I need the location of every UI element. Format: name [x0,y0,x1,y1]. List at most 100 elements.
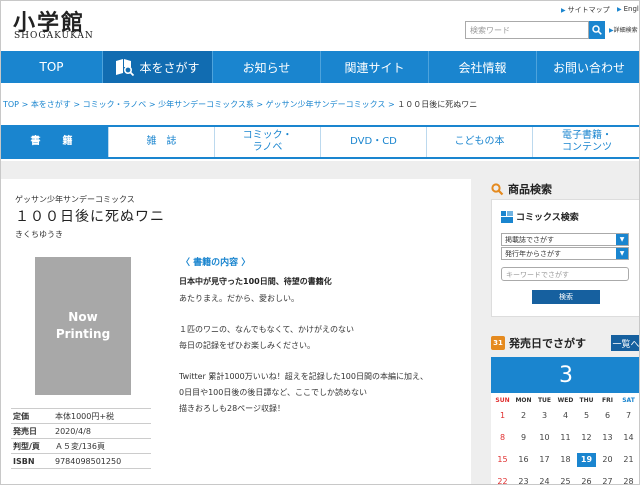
triangle-icon: ▶ [617,6,622,13]
calendar-day[interactable]: 5 [577,409,596,423]
tab-ebooks[interactable]: 電子書籍・ コンテンツ [533,127,639,157]
calendar-day[interactable]: 27 [598,475,617,484]
breadcrumb-separator: > [73,100,81,109]
calendar-day[interactable]: 10 [535,431,554,445]
keyword-input[interactable]: キーワードでさがす [501,267,629,281]
desc-line: あたりまえ。だから、愛おしい。 [179,294,299,303]
tab-dvd-cd[interactable]: DVD・CD [321,127,427,157]
desc-line: Twitter 累計1000万いいね！超えを記録した100日間の本編に加え、 [179,372,428,381]
contents-heading: 〈 書籍の内容 〉 [181,258,251,268]
product-search-heading: 商品検索 [491,181,552,197]
comic-icon [501,210,513,223]
calendar-day[interactable]: 1 [493,409,512,423]
calendar-day[interactable]: 26 [577,475,596,484]
tab-comics[interactable]: コミック・ ラノベ [215,127,321,157]
breadcrumb-item[interactable]: ゲッサン少年サンデーコミックス [266,100,386,109]
breadcrumb-separator: > [21,100,29,109]
calendar-day[interactable]: 7 [619,409,638,423]
calendar-day[interactable]: 22 [493,475,512,484]
magazine-select[interactable]: 掲載誌でさがす ▼ [501,233,629,246]
calendar-month: 3 [491,357,639,393]
book-cover-image: Now Printing [35,257,131,395]
calendar-day[interactable]: 17 [535,453,554,467]
book-lead: 日本中が見守った100日間、待望の書籍化 [179,277,332,286]
breadcrumb-separator: > [387,100,395,109]
comic-search-heading: コミックス検索 [501,210,579,223]
book-series[interactable]: ゲッサン少年サンデーコミックス [15,194,135,205]
breadcrumb-item[interactable]: TOP [3,100,19,109]
calendar-day[interactable]: 13 [598,431,617,445]
search-input[interactable]: 検索ワード [465,21,589,39]
calendar-day[interactable]: 28 [619,475,638,484]
calendar-day[interactable]: 11 [556,431,575,445]
book-search-icon [115,58,135,76]
calendar-day[interactable]: 2 [514,409,533,423]
calendar-icon: 31 [491,336,505,350]
calendar-day[interactable]: 8 [493,431,512,445]
breadcrumb-separator: > [148,100,156,109]
spec-row: 発売日 2020/4/8 [11,424,151,439]
calendar-day[interactable]: 21 [619,453,638,467]
calendar-day[interactable]: 9 [514,431,533,445]
category-tabs: 書 籍 雑 誌 コミック・ ラノベ DVD・CD こどもの本 電子書籍・ コンテ… [1,125,639,159]
breadcrumb-separator: > [256,100,264,109]
calendar-day[interactable]: 15 [493,453,512,467]
calendar-day[interactable]: 19 [577,453,596,467]
weekday-label: SAT [622,397,635,404]
english-link[interactable]: ▶ Engli [617,5,639,13]
weekday-label: SUN [495,397,510,404]
calendar-day[interactable]: 18 [556,453,575,467]
triangle-icon: ▶ [561,7,566,14]
tab-childrens-books[interactable]: こどもの本 [427,127,533,157]
breadcrumb-item[interactable]: 少年サンデーコミックス系 [158,100,254,109]
year-select[interactable]: 発行年からさがす ▼ [501,247,629,260]
advanced-search-link[interactable]: ▶詳細検索 [609,25,638,34]
calendar-day[interactable]: 25 [556,475,575,484]
nav-company-info[interactable]: 会社情報 [429,51,537,83]
calendar-day[interactable]: 23 [514,475,533,484]
chevron-down-icon: ▼ [616,248,628,259]
tab-magazines[interactable]: 雑 誌 [109,127,215,157]
tab-books[interactable]: 書 籍 [1,127,109,157]
nav-related-sites[interactable]: 関連サイト [321,51,429,83]
nav-news[interactable]: お知らせ [213,51,321,83]
calendar-day[interactable]: 14 [619,431,638,445]
release-list-button[interactable]: 一覧へ [611,335,639,351]
release-calendar: SUN MON TUE WED THU FRI SAT 1 2 3 4 5 6 7 8 9 10 11 12 13 14… [491,393,639,484]
global-nav: TOP 本をさがす お知らせ 関連サイト 会社情報 お問い合わせ [1,51,639,83]
book-title: １００日後に死ぬワニ [15,209,165,225]
book-spec-table: 定価 本体1000円+税 発売日 2020/4/8 判型/頁 Ａ５変/136頁 ISB… [11,408,151,469]
calendar-day[interactable]: 12 [577,431,596,445]
nav-find-books[interactable]: 本をさがす [103,51,213,83]
weekday-label: TUE [537,397,552,404]
breadcrumb-item[interactable]: コミック・ラノベ [83,100,147,109]
breadcrumb-current: １００日後に死ぬワニ [397,100,478,109]
calendar-day[interactable]: 20 [598,453,617,467]
page-frame: 小学館 SHOGAKUKAN ▶ サイトマップ ▶ Engli 検索ワード ▶詳細検… [0,0,640,485]
calendar-day[interactable]: 6 [598,409,617,423]
breadcrumb: TOP > 本をさがす > コミック・ラノベ > 少年サンデーコミックス系 > … [3,99,477,110]
calendar-day[interactable]: 16 [514,453,533,467]
calendar-day[interactable]: 24 [535,475,554,484]
sitemap-link[interactable]: ▶ サイトマップ [561,5,610,15]
weekday-label: MON [515,397,532,404]
logo-subtitle: SHOGAKUKAN [14,31,94,41]
calendar-day[interactable]: 3 [535,409,554,423]
desc-line: １匹のワニの、なんでもなくて、かけがえのない [179,325,354,334]
weekday-label: FRI [602,397,613,404]
search-icon [592,25,602,35]
spec-row: 定価 本体1000円+税 [11,409,151,424]
book-author[interactable]: きくちゆうき [15,229,63,240]
search-icon [491,182,504,195]
breadcrumb-item[interactable]: 本をさがす [31,100,71,109]
comic-search-button[interactable]: 検索 [532,290,600,304]
release-date-heading: 31 発売日でさがす [491,335,586,351]
calendar-day[interactable]: 4 [556,409,575,423]
weekday-label: THU [579,397,594,404]
nav-top[interactable]: TOP [1,51,103,83]
desc-line: 毎日の記録をぜひお楽しみください。 [179,341,315,350]
search-button[interactable] [589,21,605,39]
spec-row: ISBN 9784098501250 [11,454,151,469]
desc-line: 0日目や100日後の後日譚など、ここでしか読めない [179,388,367,397]
nav-contact[interactable]: お問い合わせ [537,51,639,83]
